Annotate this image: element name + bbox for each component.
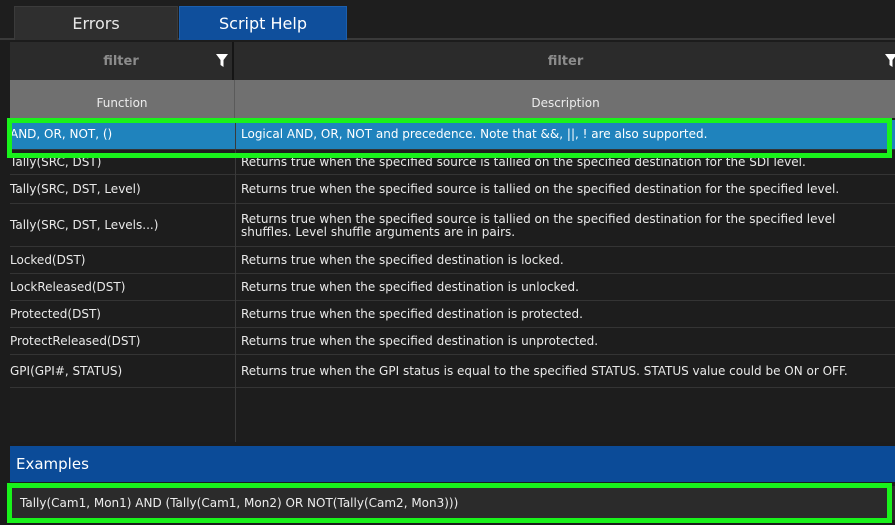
table-row[interactable]: GPI(GPI#, STATUS) Returns true when the …: [10, 356, 895, 388]
function-cell: Tally(SRC, DST): [10, 155, 102, 169]
function-cell: AND, OR, NOT, (): [10, 127, 113, 141]
description-cell: Returns true when the specified destinat…: [241, 253, 564, 267]
description-filter-input[interactable]: filter: [236, 42, 895, 80]
description-cell: Returns true when the specified destinat…: [241, 280, 579, 294]
function-filter-placeholder: filter: [103, 53, 139, 69]
filter-icon[interactable]: [216, 54, 228, 67]
description-cell: Logical AND, OR, NOT and precedence. Not…: [241, 127, 708, 141]
function-cell: LockReleased(DST): [10, 280, 126, 294]
table-row[interactable]: ProtectReleased(DST) Returns true when t…: [10, 329, 895, 355]
function-filter-input[interactable]: filter: [10, 42, 234, 80]
column-header-function[interactable]: Function: [10, 80, 235, 118]
table-row[interactable]: Locked(DST) Returns true when the specif…: [10, 248, 895, 274]
table-row[interactable]: Tally(SRC, DST) Returns true when the sp…: [10, 151, 895, 175]
filter-icon[interactable]: [885, 54, 895, 67]
tab-bar: Errors Script Help: [0, 0, 895, 40]
description-cell: Returns true when the GPI status is equa…: [241, 364, 848, 378]
column-divider: [235, 120, 236, 442]
description-cell: Returns true when the specified destinat…: [241, 307, 583, 321]
example-text: Tally(Cam1, Mon1) AND (Tally(Cam1, Mon2)…: [10, 486, 895, 520]
tab-errors[interactable]: Errors: [14, 6, 178, 40]
function-cell: ProtectReleased(DST): [10, 334, 141, 348]
table-row[interactable]: Tally(SRC, DST, Levels...) Returns true …: [10, 205, 895, 247]
function-table: AND, OR, NOT, () Logical AND, OR, NOT an…: [10, 120, 895, 442]
description-cell: Returns true when the specified source i…: [241, 211, 836, 239]
description-cell: Returns true when the specified source i…: [241, 182, 840, 196]
filter-row: filter filter: [10, 42, 895, 80]
table-row[interactable]: Protected(DST) Returns true when the spe…: [10, 302, 895, 328]
function-cell: GPI(GPI#, STATUS): [10, 364, 123, 378]
description-filter-placeholder: filter: [547, 53, 584, 69]
table-row[interactable]: AND, OR, NOT, () Logical AND, OR, NOT an…: [10, 120, 895, 150]
table-row[interactable]: LockReleased(DST) Returns true when the …: [10, 275, 895, 301]
function-cell: Tally(SRC, DST, Level): [10, 182, 141, 196]
function-cell: Tally(SRC, DST, Levels...): [10, 218, 159, 232]
table-row[interactable]: Tally(SRC, DST, Level) Returns true when…: [10, 176, 895, 204]
tab-script-help[interactable]: Script Help: [179, 6, 347, 40]
function-cell: Protected(DST): [10, 307, 101, 321]
table-header: Function Description: [10, 80, 895, 118]
description-cell: Returns true when the specified destinat…: [241, 334, 599, 348]
column-header-description[interactable]: Description: [236, 80, 895, 118]
function-cell: Locked(DST): [10, 253, 86, 267]
examples-header: Examples: [10, 446, 895, 482]
script-help-panel: Errors Script Help filter filter Functio…: [0, 0, 895, 525]
description-cell: Returns true when the specified source i…: [241, 155, 806, 169]
